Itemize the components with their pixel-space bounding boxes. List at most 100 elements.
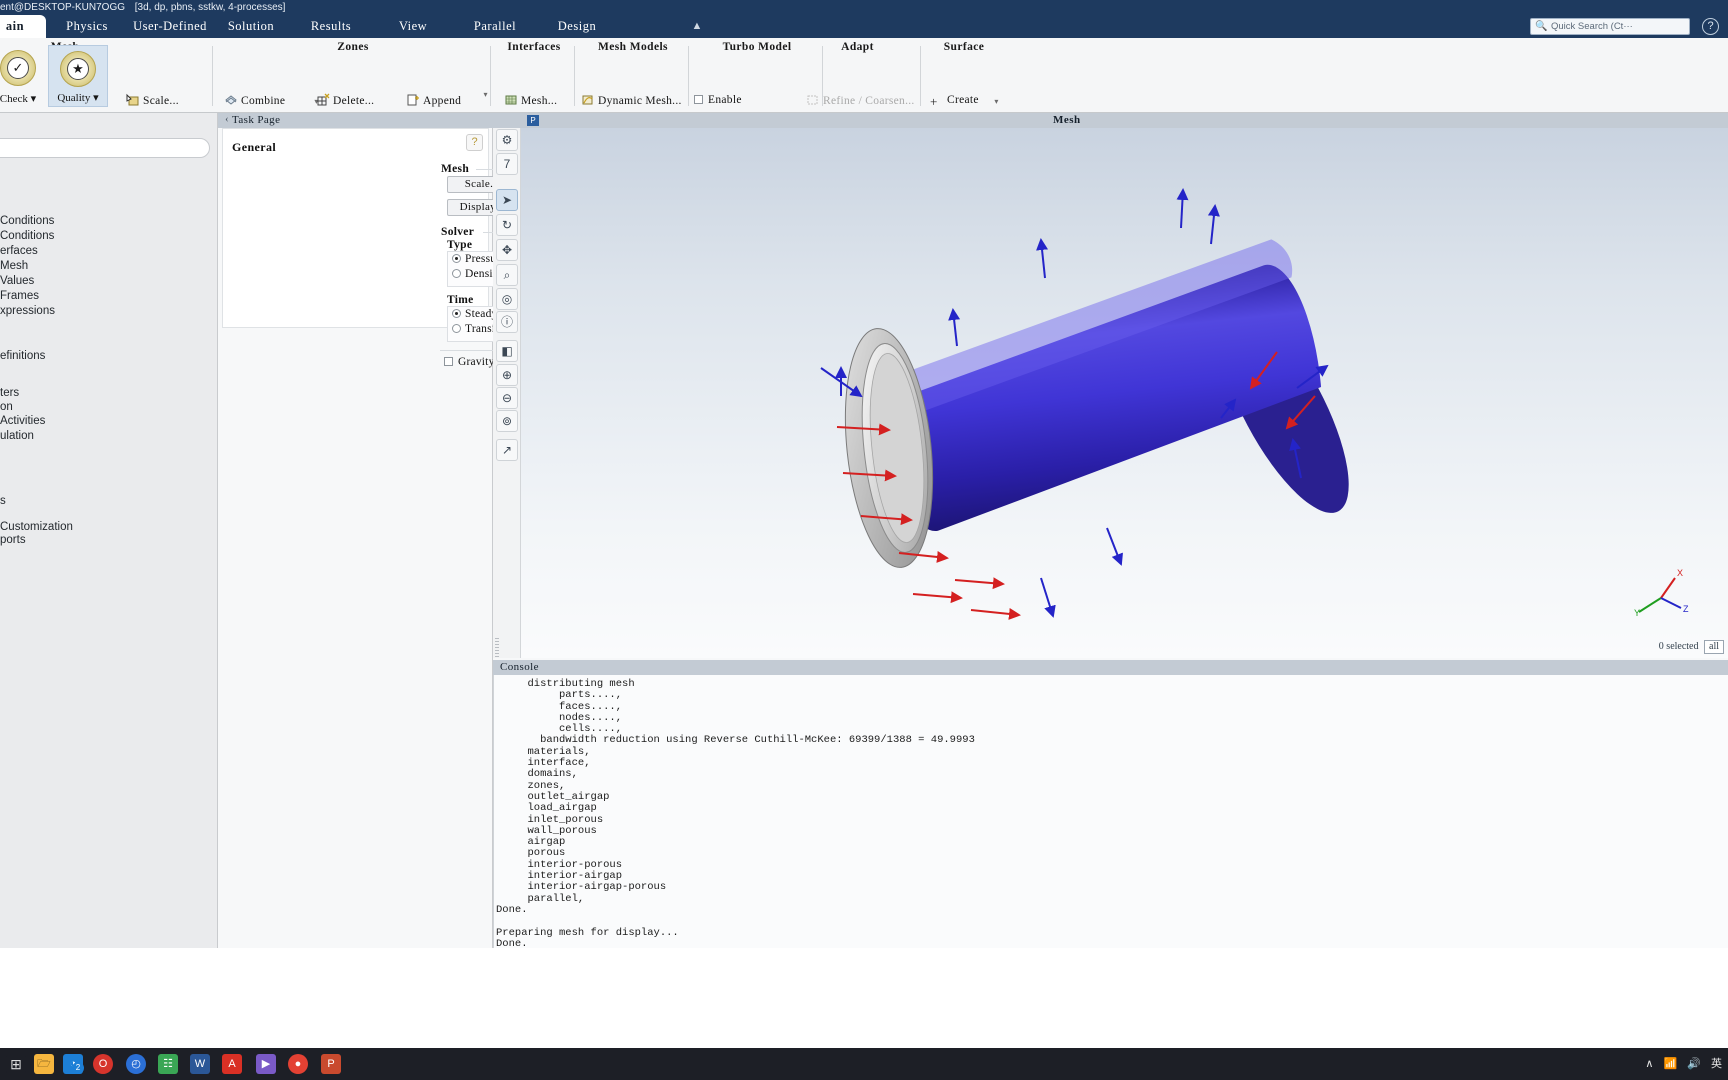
select-pointer-icon[interactable]: ➤ <box>496 189 518 211</box>
word-icon[interactable]: W <box>190 1054 210 1074</box>
tree-item-calculation-activities[interactable]: Activities <box>0 415 45 427</box>
tree-item-cell-conditions[interactable]: Conditions <box>0 215 54 227</box>
tray-chevron-icon[interactable]: ∧ <box>1645 1058 1653 1070</box>
chart-app-icon[interactable]: ☷ <box>158 1054 178 1074</box>
dynamic-mesh-icon <box>581 93 595 107</box>
tree-item-initialization[interactable]: on <box>0 401 13 413</box>
tree-item-dynamic-mesh[interactable]: Mesh <box>0 260 28 272</box>
quick-search-input[interactable]: 🔍 Quick Search (Ct··· <box>1530 18 1690 35</box>
chevron-left-icon[interactable]: ‹ <box>222 114 232 126</box>
tray-volume-icon[interactable]: 🔊 <box>1687 1058 1701 1070</box>
tray-network-icon[interactable]: 📶 <box>1663 1058 1677 1070</box>
clock-app-icon[interactable]: ◴ <box>126 1054 146 1074</box>
graphics-settings-icon[interactable]: ⚙ <box>496 129 518 151</box>
task-page-help-icon[interactable]: ? <box>466 134 483 151</box>
mesh-quality-button[interactable]: ★ Quality ▾ <box>48 45 108 107</box>
chrome-icon[interactable]: ● <box>288 1054 308 1074</box>
tree-item-reports[interactable]: ports <box>0 534 26 546</box>
tab-physics[interactable]: Physics <box>56 15 118 38</box>
mesh-3d-viewport[interactable]: X Y Z 0 selected all <box>521 128 1728 658</box>
graphics-tab-title: Mesh <box>1053 113 1081 128</box>
mesh-scale-item[interactable]: Scale... <box>126 93 179 109</box>
windows-taskbar[interactable]: ⊞ 🗁 ◑ O ◴ ☷ W A ▶ ● P 2 ∧ 📶 🔊 英 <box>0 1048 1728 1080</box>
type-label: Type <box>447 239 472 251</box>
ribbon-group-zones: Zones Combine ▾ Separate ▾ Adjacency... … <box>216 38 490 113</box>
zoom-box-icon[interactable]: ⌕ <box>496 264 518 286</box>
dynamic-mesh-item[interactable]: Dynamic Mesh... <box>581 93 682 109</box>
tree-item-run-calculation[interactable]: ulation <box>0 430 34 442</box>
tree-item-customization[interactable]: Customization <box>0 521 73 533</box>
ribbon-toolbar: Mesh ✓ Check ▾ ★ Quality ▾ Scale... Tran… <box>0 38 1728 113</box>
info-probe-icon[interactable]: ⓘ <box>496 311 518 333</box>
surface-create-item[interactable]: + Create ▾ <box>930 93 979 109</box>
radio-steady[interactable]: Steady <box>452 308 498 320</box>
graphics-vertical-toolbar[interactable]: ⚙ ὏7 ➤ ↻ ✥ ⌕ ◎ ⓘ ◧ ⊕ ⊖ ⊚ ↗ <box>493 128 521 658</box>
chevron-down-icon[interactable]: ▾ <box>992 97 1001 106</box>
gravity-checkbox-row[interactable]: Gravity <box>444 356 495 368</box>
tree-item-named-expressions[interactable]: xpressions <box>0 305 55 317</box>
tree-item-reference-values[interactable]: Values <box>0 275 34 287</box>
console-output[interactable]: distributing mesh parts...., faces...., … <box>493 675 1728 948</box>
scale-icon <box>126 93 140 107</box>
task-page-header: ‹ Task Page <box>218 113 493 128</box>
quality-glyph: ★ <box>67 58 89 80</box>
save-picture-icon[interactable]: ὏7 <box>496 153 518 175</box>
file-explorer-icon[interactable]: 🗁 <box>34 1054 54 1074</box>
outline-tree-panel[interactable]: Conditions Conditions erfaces Mesh Value… <box>0 113 218 948</box>
chevron-down-icon[interactable]: ▾ <box>481 90 490 99</box>
turbo-enable-item[interactable]: Enable <box>694 93 742 108</box>
checkbox-icon[interactable] <box>694 95 703 104</box>
fit-to-window-icon[interactable]: ◎ <box>496 288 518 310</box>
tab-view[interactable]: View <box>388 15 438 38</box>
pan-view-icon[interactable]: ✥ <box>496 239 518 261</box>
rotate-view-icon[interactable]: ↻ <box>496 214 518 236</box>
tab-user-defined[interactable]: User-Defined <box>126 15 214 38</box>
tab-results[interactable]: Results <box>300 15 362 38</box>
time-label: Time <box>447 294 474 306</box>
tree-item-boundary-conditions[interactable]: Conditions <box>0 230 54 242</box>
panel-drag-handle[interactable] <box>495 638 499 660</box>
tree-item-mesh-interfaces[interactable]: erfaces <box>0 245 38 257</box>
outline-search-input[interactable] <box>0 138 210 158</box>
mesh-check-button[interactable]: ✓ Check ▾ <box>0 45 48 107</box>
opera-icon[interactable]: O <box>93 1054 113 1074</box>
zoom-in-icon[interactable]: ⊕ <box>496 364 518 386</box>
radio-indicator[interactable] <box>452 324 461 333</box>
tray-ime-icon[interactable]: 英 <box>1711 1058 1722 1070</box>
svg-text:Y: Y <box>1634 608 1640 618</box>
measure-icon[interactable]: ↗ <box>496 439 518 461</box>
check-icon: ✓ <box>0 50 36 86</box>
radio-indicator[interactable] <box>452 254 461 263</box>
selection-filter-value[interactable]: all <box>1704 640 1724 654</box>
zoom-fit-icon[interactable]: ⊚ <box>496 410 518 432</box>
tree-item-cell-zone-definitions[interactable]: efinitions <box>0 350 45 362</box>
zones-combine-label: Combine <box>241 95 285 107</box>
checkbox-icon[interactable] <box>444 357 453 366</box>
zones-append-item[interactable]: Append <box>406 93 461 109</box>
radio-indicator[interactable] <box>452 269 461 278</box>
tree-item-reference-frames[interactable]: Frames <box>0 290 39 302</box>
tab-parallel[interactable]: Parallel <box>463 15 527 38</box>
help-icon[interactable]: ? <box>1702 18 1719 35</box>
tree-item-parameters[interactable]: ters <box>0 387 19 399</box>
tree-item-plots[interactable]: s <box>0 495 6 507</box>
zones-delete-item[interactable]: Delete... <box>316 93 374 109</box>
graphics-window: P Mesh ⚙ ὏7 ➤ ↻ ✥ ⌕ ◎ ⓘ ◧ ⊕ ⊖ ⊚ ↗ <box>493 113 1728 658</box>
interfaces-mesh-item[interactable]: Mesh... <box>504 93 557 109</box>
media-icon[interactable]: ▶ <box>256 1054 276 1074</box>
ribbon-group-mesh-models: Mesh Models Dynamic Mesh... Mixing Plane… <box>578 38 688 113</box>
tab-design[interactable]: Design <box>548 15 606 38</box>
hide-surfaces-icon[interactable]: ◧ <box>496 340 518 362</box>
chevron-up-icon[interactable]: ▲ <box>690 19 704 33</box>
system-tray[interactable]: ∧ 📶 🔊 英 <box>1638 1048 1722 1080</box>
tab-domain[interactable]: ain <box>0 15 46 38</box>
zoom-out-icon[interactable]: ⊖ <box>496 387 518 409</box>
mesh-interface-icon <box>504 93 518 107</box>
ribbon-separator <box>688 46 689 106</box>
pdf-icon[interactable]: A <box>222 1054 242 1074</box>
tab-solution[interactable]: Solution <box>220 15 282 38</box>
powerpoint-icon[interactable]: P <box>321 1054 341 1074</box>
zones-combine-item[interactable]: Combine ▾ <box>224 93 285 109</box>
start-icon[interactable]: ⊞ <box>6 1054 26 1074</box>
radio-indicator[interactable] <box>452 309 461 318</box>
